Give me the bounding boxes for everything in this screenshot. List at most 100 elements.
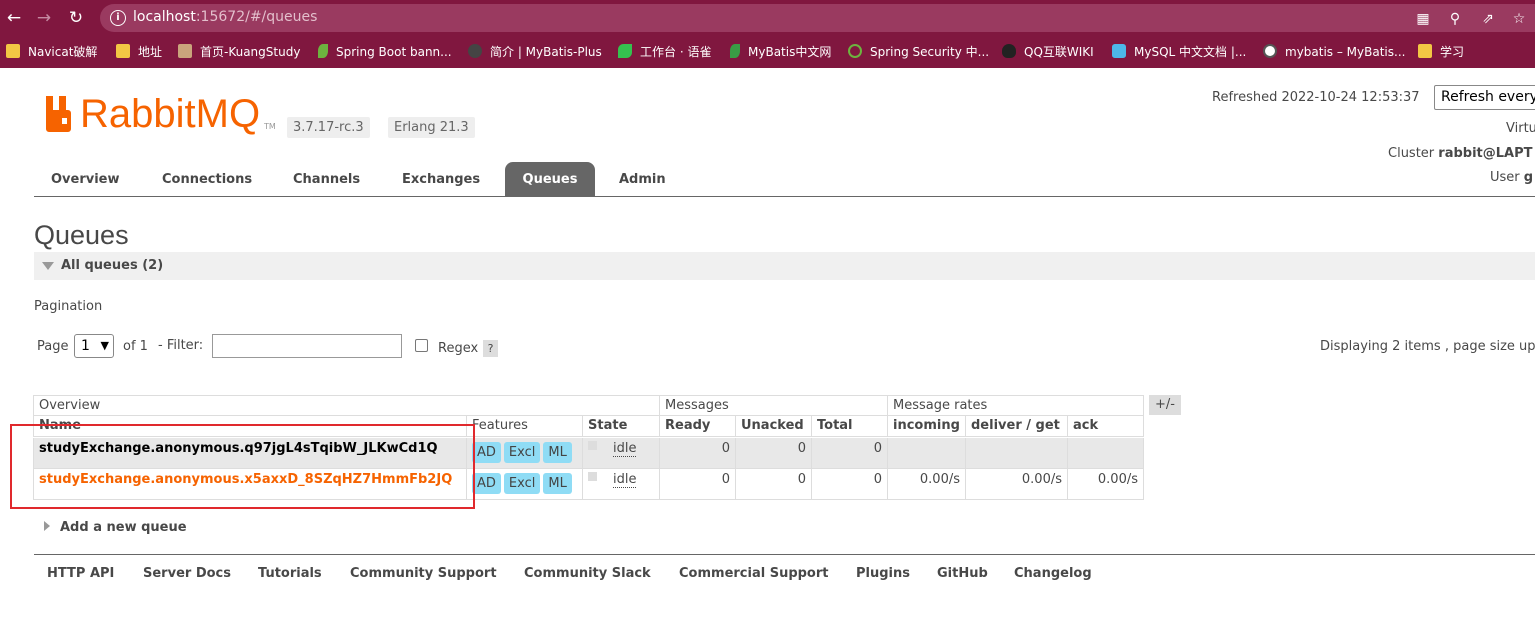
col-header-incoming[interactable]: incoming — [888, 416, 966, 437]
chevron-down-icon: ▼ — [100, 339, 109, 352]
footer-link-http-api[interactable]: HTTP API — [47, 566, 114, 581]
ready-value: 0 — [660, 438, 736, 469]
bookmark-item[interactable]: Navicat破解 — [6, 42, 97, 62]
bookmark-item[interactable]: 学习 — [1418, 42, 1464, 62]
user-label: User — [1490, 170, 1520, 185]
refresh-interval-select[interactable]: Refresh every — [1434, 85, 1535, 110]
user-info: User g — [1490, 170, 1533, 185]
column-toggle-button[interactable]: +/- — [1149, 395, 1181, 415]
mybatis-plus-icon — [468, 44, 482, 58]
qq-penguin-icon — [1002, 44, 1016, 58]
footer-link-plugins[interactable]: Plugins — [856, 566, 910, 581]
state-cell: idle — [583, 438, 660, 469]
unacked-value: 0 — [736, 438, 812, 469]
folder-icon — [6, 44, 20, 58]
zoom-icon[interactable]: ⚲ — [1447, 11, 1463, 27]
cluster-label: Cluster — [1388, 146, 1435, 161]
footer-link-tutorials[interactable]: Tutorials — [258, 566, 322, 581]
feature-badge-ml: ML — [543, 442, 572, 463]
col-header-features: Features — [467, 416, 583, 437]
col-header-deliver-get[interactable]: deliver / get — [966, 416, 1068, 437]
regex-help-button[interactable]: ? — [483, 340, 498, 357]
tab-admin[interactable]: Admin — [605, 162, 680, 197]
unacked-value: 0 — [736, 469, 812, 500]
feature-badge-ad: AD — [472, 442, 501, 463]
displaying-summary: Displaying 2 items , page size up — [1320, 339, 1535, 354]
bookmark-item[interactable]: 工作台 · 语雀 — [618, 42, 711, 62]
spring-icon — [848, 44, 862, 58]
bookmark-item[interactable]: Spring Security 中... — [848, 42, 989, 62]
browser-toolbar: ← → ↻ i localhost:15672/#/queues ▦ ⚲ ⇗ ☆ — [0, 0, 1535, 36]
bookmark-item[interactable]: MySQL 中文文档 |... — [1112, 42, 1246, 62]
tab-queues[interactable]: Queues — [505, 162, 595, 197]
tab-channels[interactable]: Channels — [279, 162, 374, 197]
bookmark-item[interactable]: MyBatis中文网 — [730, 42, 831, 62]
features-cell: AD Excl ML — [467, 438, 583, 469]
folder-icon — [1418, 44, 1432, 58]
tab-exchanges[interactable]: Exchanges — [388, 162, 494, 197]
footer-link-github[interactable]: GitHub — [937, 566, 988, 581]
footer-link-server-docs[interactable]: Server Docs — [143, 566, 231, 581]
translate-icon[interactable]: ▦ — [1415, 11, 1431, 27]
feature-badge-excl: Excl — [503, 473, 541, 494]
bookmark-item[interactable]: 首页-KuangStudy — [178, 42, 300, 62]
share-icon[interactable]: ⇗ — [1480, 11, 1496, 27]
bookmark-item[interactable]: mybatis – MyBatis... — [1263, 42, 1405, 62]
footer-divider — [34, 554, 1535, 555]
reload-icon[interactable]: ↻ — [64, 6, 88, 30]
url-text: localhost:15672/#/queues — [133, 9, 318, 25]
filter-label: - Filter: — [158, 338, 204, 353]
all-queues-section-toggle[interactable]: All queues (2) — [34, 252, 1535, 280]
deliver-get-rate — [966, 438, 1068, 469]
state-indicator-icon — [588, 472, 597, 481]
ack-rate — [1068, 438, 1144, 469]
total-value: 0 — [812, 469, 888, 500]
mysql-dolphin-icon — [1112, 44, 1126, 58]
cluster-info: Cluster rabbit@LAPT — [1388, 146, 1533, 161]
state-cell: idle — [583, 469, 660, 500]
cluster-name: rabbit@LAPT — [1438, 146, 1533, 161]
col-header-state[interactable]: State — [583, 416, 660, 437]
add-queue-section-toggle[interactable]: Add a new queue — [44, 520, 187, 535]
footer-link-community-slack[interactable]: Community Slack — [524, 566, 651, 581]
address-bar[interactable]: i localhost:15672/#/queues ▦ ⚲ ⇗ ☆ — [100, 4, 1535, 32]
bookmark-item[interactable]: 简介 | MyBatis-Plus — [468, 42, 602, 62]
regex-label: Regex — [438, 341, 479, 356]
col-header-ready[interactable]: Ready — [660, 416, 736, 437]
feature-badge-excl: Excl — [503, 442, 541, 463]
folder-icon — [116, 44, 130, 58]
deliver-get-rate: 0.00/s — [966, 469, 1068, 500]
tab-connections[interactable]: Connections — [148, 162, 266, 197]
bookmark-item[interactable]: 地址 — [116, 42, 162, 62]
group-header-overview: Overview — [33, 395, 660, 416]
group-header-messages: Messages — [660, 395, 888, 416]
site-info-icon[interactable]: i — [110, 10, 126, 26]
state-indicator-icon — [588, 441, 597, 450]
col-header-ack[interactable]: ack — [1068, 416, 1144, 437]
page-number-select[interactable]: 1 ▼ — [74, 334, 114, 358]
col-header-total[interactable]: Total — [812, 416, 888, 437]
bookmark-item[interactable]: QQ互联WIKI — [1002, 42, 1094, 62]
logo-wordmark: RabbitMQ — [80, 92, 261, 136]
bookmark-star-icon[interactable]: ☆ — [1511, 11, 1527, 27]
footer-link-commercial-support[interactable]: Commercial Support — [679, 566, 829, 581]
footer-link-changelog[interactable]: Changelog — [1014, 566, 1092, 581]
feature-badge-ad: AD — [472, 473, 501, 494]
trademark: TM — [264, 122, 276, 131]
expand-triangle-icon — [44, 521, 50, 531]
tab-overview[interactable]: Overview — [37, 162, 134, 197]
col-header-unacked[interactable]: Unacked — [736, 416, 812, 437]
filter-input[interactable] — [212, 334, 402, 358]
incoming-rate — [888, 438, 966, 469]
regex-checkbox[interactable] — [415, 339, 428, 352]
total-value: 0 — [812, 438, 888, 469]
virtual-host-label: Virtu — [1506, 121, 1535, 136]
forward-arrow-icon[interactable]: → — [32, 6, 56, 30]
footer-link-community-support[interactable]: Community Support — [350, 566, 497, 581]
section-title: All queues (2) — [61, 258, 164, 273]
incoming-rate: 0.00/s — [888, 469, 966, 500]
rabbitmq-logo-icon — [46, 96, 71, 132]
bookmark-item[interactable]: Spring Boot bann... — [318, 42, 452, 62]
back-arrow-icon[interactable]: ← — [2, 6, 26, 30]
ready-value: 0 — [660, 469, 736, 500]
